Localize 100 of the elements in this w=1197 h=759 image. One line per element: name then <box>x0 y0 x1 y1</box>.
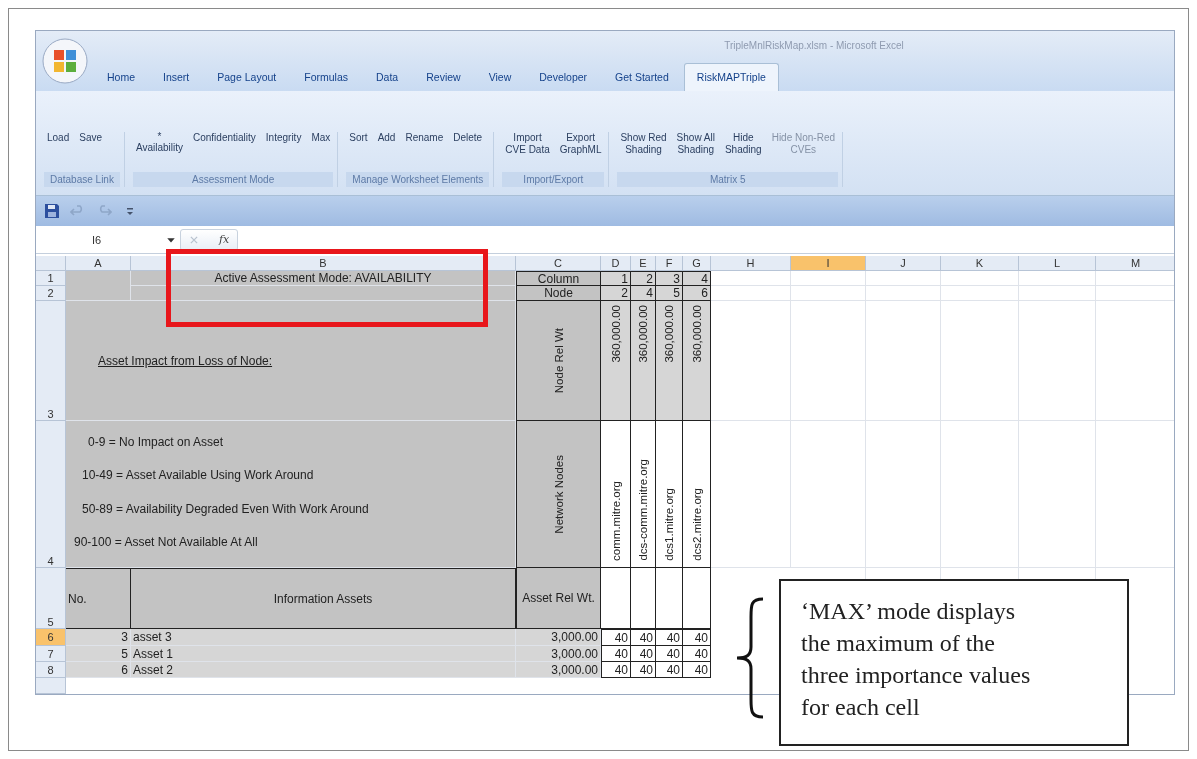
table-cell: 40 <box>656 629 683 646</box>
table-cell: 5 <box>66 646 131 662</box>
column-header[interactable]: K <box>941 256 1019 271</box>
row-header[interactable]: 5 <box>36 568 66 629</box>
ribbon-tab[interactable]: View <box>475 63 525 91</box>
ribbon-tab[interactable]: RiskMAPTriple <box>683 63 779 91</box>
table-cell: Asset Rel Wt. <box>516 568 601 629</box>
ribbon-button[interactable]: Show Red Shading <box>617 132 670 156</box>
ribbon-tab[interactable]: Insert <box>150 63 203 91</box>
group-label: Matrix 5 <box>617 172 839 187</box>
table-cell: 2 <box>631 271 656 286</box>
row-header[interactable]: 6 <box>36 629 66 646</box>
table-cell: 40 <box>656 662 683 678</box>
name-box[interactable]: I6 <box>36 229 166 250</box>
ribbon-button[interactable]: Delete <box>450 132 486 144</box>
row-header[interactable]: 7 <box>36 646 66 662</box>
table-cell: 40 <box>601 629 631 646</box>
table-cell: 40 <box>631 629 656 646</box>
table-cell: No. <box>66 568 131 629</box>
ribbon-tab[interactable]: Home <box>94 63 148 91</box>
callout-line: the maximum of the <box>801 629 995 658</box>
row-header[interactable]: 1 <box>36 271 66 286</box>
ribbon-tab[interactable]: Developer <box>526 63 601 91</box>
column-header[interactable]: E <box>631 256 656 271</box>
ribbon-tab[interactable]: Review <box>413 63 474 91</box>
table-cell: 1 <box>601 271 631 286</box>
group-label: Database Link <box>44 172 120 187</box>
legend-line: 10-49 = Asset Available Using Work Around <box>82 468 314 483</box>
table-cell: Node Rel Wt <box>516 301 601 421</box>
row-header[interactable]: 4 <box>36 421 66 568</box>
table-cell: dcs1.mitre.org <box>656 421 683 568</box>
ribbon-button[interactable]: Show All Shading <box>673 132 718 156</box>
cancel-icon[interactable] <box>189 234 199 245</box>
ribbon-button[interactable]: * Availability <box>132 132 186 154</box>
row-header[interactable]: 3 <box>36 301 66 421</box>
legend-line: 90-100 = Asset Not Available At All <box>74 535 258 550</box>
table-cell: Asset 2 <box>131 662 516 678</box>
ribbon-button[interactable]: Import CVE Data <box>502 132 553 156</box>
table-cell: 40 <box>656 646 683 662</box>
ribbon-button[interactable]: Sort <box>346 132 371 144</box>
table-cell: 4 <box>631 286 656 301</box>
column-header[interactable]: C <box>516 256 601 271</box>
table-cell: 40 <box>631 662 656 678</box>
table-cell: 6 <box>683 286 711 301</box>
column-header[interactable]: H <box>711 256 791 271</box>
column-header[interactable]: A <box>66 256 131 271</box>
column-header[interactable]: F <box>656 256 683 271</box>
ribbon-tab[interactable]: Page Layout <box>204 63 290 91</box>
table-cell: 40 <box>601 646 631 662</box>
office-button[interactable] <box>40 36 90 86</box>
table-cell: 2 <box>601 286 631 301</box>
window-title: TripleMnlRiskMap.xlsm - Microsoft Excel <box>723 38 905 53</box>
column-header[interactable]: I <box>791 256 866 271</box>
column-header[interactable]: J <box>866 256 941 271</box>
table-cell: 3 <box>66 629 131 646</box>
table-cell: 360,000.00 <box>683 301 711 421</box>
row-header[interactable]: 2 <box>36 286 66 301</box>
table-cell: 40 <box>683 646 711 662</box>
group-label: Manage Worksheet Elements <box>346 172 490 187</box>
ribbon-button[interactable]: Max <box>308 132 334 144</box>
legend-line: 0-9 = No Impact on Asset <box>88 434 224 449</box>
table-cell: 360,000.00 <box>656 301 683 421</box>
table-cell: 360,000.00 <box>601 301 631 421</box>
save-icon[interactable] <box>44 203 60 219</box>
column-header[interactable]: D <box>601 256 631 271</box>
table-cell: dcs-comm.mitre.org <box>631 421 656 568</box>
table-cell: 40 <box>601 662 631 678</box>
callout-line: for each cell <box>801 693 920 722</box>
ribbon-tab[interactable]: Formulas <box>291 63 361 91</box>
group-label: Import/Export <box>502 172 605 187</box>
column-header[interactable]: G <box>683 256 711 271</box>
ribbon-button[interactable]: Rename <box>402 132 447 144</box>
table-cell: 40 <box>683 629 711 646</box>
table-cell: 3,000.00 <box>516 662 601 678</box>
ribbon-button[interactable]: Add <box>374 132 399 144</box>
ribbon-tab[interactable]: Get Started <box>602 63 682 91</box>
column-header[interactable]: L <box>1019 256 1096 271</box>
column-header[interactable]: M <box>1096 256 1174 271</box>
column-header[interactable]: B <box>131 256 516 271</box>
table-cell: comm.mitre.org <box>601 421 631 568</box>
table-cell: 6 <box>66 662 131 678</box>
ribbon-tab[interactable]: Data <box>363 63 412 91</box>
ribbon-button[interactable]: Integrity <box>262 132 305 144</box>
ribbon-button[interactable]: Confidentiality <box>190 132 259 144</box>
function-label[interactable]: fx <box>219 233 230 246</box>
table-cell: 40 <box>631 646 656 662</box>
ribbon-button[interactable]: Export GraphML <box>556 132 605 156</box>
row-header[interactable]: 8 <box>36 662 66 678</box>
table-cell: Information Assets <box>131 568 516 629</box>
legend-line: 50-89 = Availability Degraded Even With Work Around <box>82 501 369 516</box>
table-cell: 3,000.00 <box>516 629 601 646</box>
table-cell: 5 <box>656 286 683 301</box>
ribbon-button[interactable]: Save <box>76 132 106 144</box>
table-cell: 3,000.00 <box>516 646 601 662</box>
table-cell: 360,000.00 <box>631 301 656 421</box>
table-cell: Node <box>516 286 601 301</box>
row-header[interactable] <box>36 678 66 694</box>
ribbon-button[interactable]: Hide Shading <box>721 132 765 156</box>
select-all-corner[interactable] <box>36 256 66 271</box>
ribbon-button[interactable]: Load <box>44 132 73 144</box>
